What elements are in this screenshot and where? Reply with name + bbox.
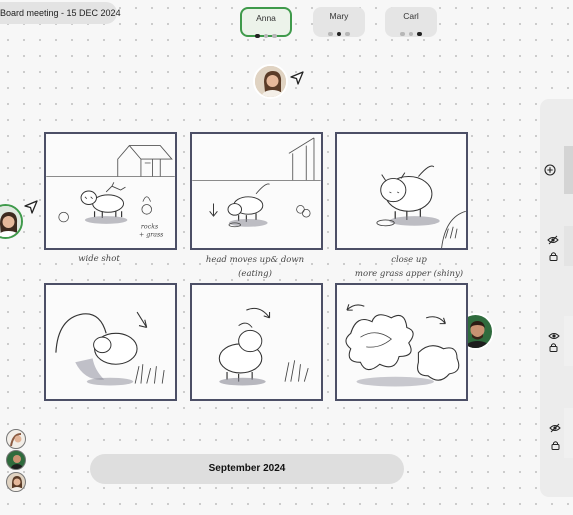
storyboard-frame-2[interactable] xyxy=(190,132,323,250)
avatar-portrait xyxy=(255,66,286,97)
participant-thumb[interactable] xyxy=(6,450,26,470)
page-dots xyxy=(242,25,290,38)
user-tab-anna[interactable]: Anna xyxy=(240,7,292,38)
user-name: Anna xyxy=(256,13,276,23)
participant-thumb[interactable] xyxy=(6,472,26,492)
frame-sketch xyxy=(55,311,165,386)
participant-thumb[interactable] xyxy=(6,429,26,449)
layer-thumbnail[interactable] xyxy=(564,146,573,194)
collaborator-avatar-left[interactable] xyxy=(0,204,23,239)
lock-icon[interactable] xyxy=(549,342,558,352)
lock-icon[interactable] xyxy=(549,251,558,261)
page-dots xyxy=(313,23,365,36)
storyboard-frame-1[interactable]: rocks + grass xyxy=(44,132,177,250)
avatar-portrait xyxy=(10,476,24,491)
eye-off-icon[interactable] xyxy=(547,235,559,245)
lock-icon[interactable] xyxy=(551,440,560,450)
storyboard-frame-4[interactable] xyxy=(44,283,177,401)
avatar-portrait xyxy=(10,433,22,447)
caption-frame-1: wide shot xyxy=(78,254,120,264)
avatar-portrait xyxy=(0,206,21,237)
frame-sketch: rocks + grass xyxy=(46,144,175,238)
frame-sketch xyxy=(192,137,321,228)
caption-frame-2-line-2: (eating) xyxy=(238,269,272,279)
storyboard-frame-5[interactable] xyxy=(190,283,323,401)
eye-icon[interactable] xyxy=(548,331,560,341)
frame-sketch xyxy=(345,304,460,387)
frame-note: + grass xyxy=(139,231,163,238)
month-selector[interactable]: September 2024 xyxy=(90,454,404,484)
eye-off-icon[interactable] xyxy=(549,423,561,433)
caption-frame-3-line-2: more grass apper (shiny) xyxy=(354,269,464,279)
frame-sketch xyxy=(376,165,466,248)
page-dots xyxy=(385,23,437,36)
frame-note: rocks xyxy=(141,224,158,231)
layer-thumbnail[interactable] xyxy=(564,408,573,458)
cursor-pointer-icon xyxy=(290,71,304,85)
user-name: Carl xyxy=(403,11,419,21)
caption-frame-3-line-1: close up xyxy=(391,255,427,265)
frame-sketch xyxy=(218,307,309,386)
user-name: Mary xyxy=(329,11,349,21)
collaborator-avatar-top[interactable] xyxy=(253,64,288,99)
user-tab-mary[interactable]: Mary xyxy=(313,7,365,37)
caption-frame-2-line-1: head moves up& down xyxy=(205,255,305,265)
storyboard-frame-6[interactable] xyxy=(335,283,468,401)
avatar-portrait xyxy=(10,455,24,469)
user-tab-carl[interactable]: Carl xyxy=(385,7,437,37)
storyboard-frame-3[interactable] xyxy=(335,132,468,250)
cursor-pointer-icon xyxy=(24,200,38,214)
add-icon[interactable] xyxy=(544,164,556,176)
layer-thumbnail[interactable] xyxy=(564,316,573,366)
session-title[interactable]: Board meeting - 15 DEC 2024 xyxy=(0,2,121,24)
layer-thumbnail[interactable] xyxy=(564,226,573,266)
